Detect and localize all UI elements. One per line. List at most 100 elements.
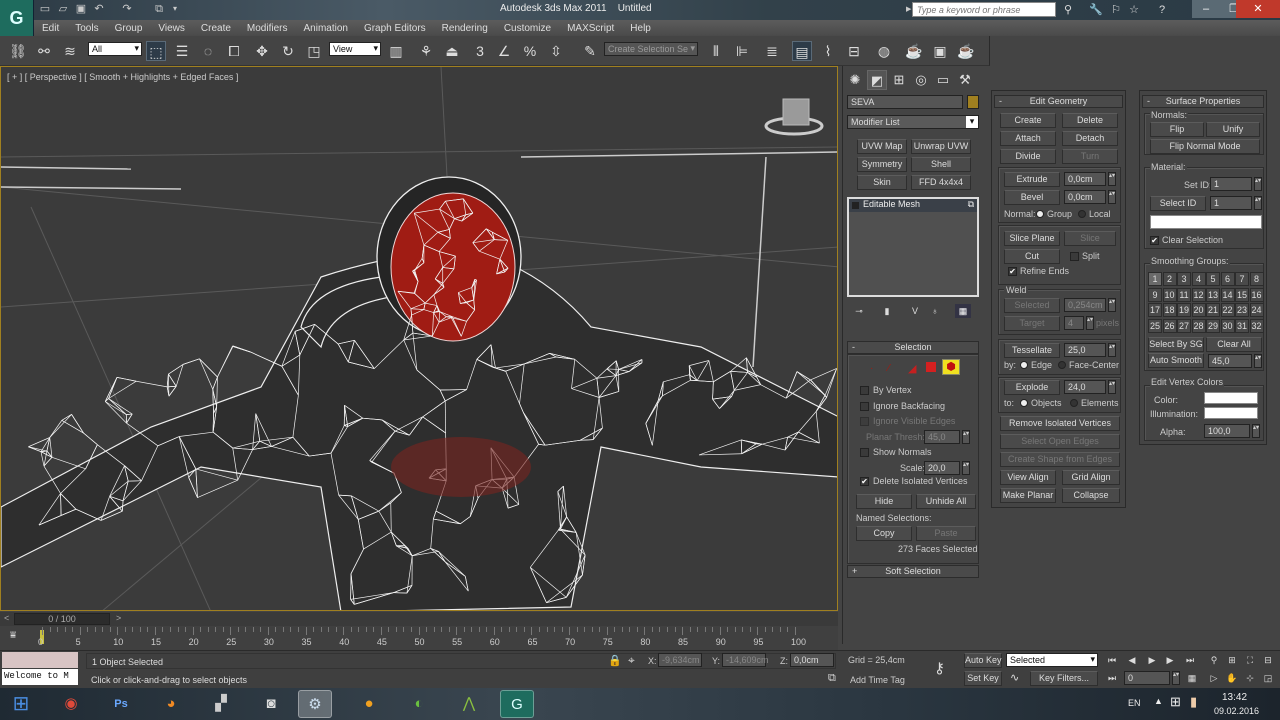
next-frame-icon[interactable]: >: [116, 613, 121, 623]
smoothing-group-12[interactable]: 12: [1191, 287, 1206, 302]
ignore-visible-edges-checkbox[interactable]: [860, 417, 869, 426]
maxscript-mini-listener-pink[interactable]: [2, 652, 78, 668]
bevel-spinner[interactable]: ▴▾: [1108, 190, 1116, 204]
go-to-start-icon[interactable]: ⏮: [1104, 653, 1120, 667]
language-indicator[interactable]: EN: [1128, 698, 1141, 708]
delete-button[interactable]: Delete: [1062, 113, 1118, 128]
menu-tools[interactable]: Tools: [67, 23, 106, 34]
show-hidden-icons-icon[interactable]: ▲: [1154, 696, 1163, 706]
menu-graph-editors[interactable]: Graph Editors: [356, 23, 434, 34]
select-and-move-icon[interactable]: ✥: [252, 41, 272, 61]
taskbar-blender-icon[interactable]: ◕: [154, 690, 188, 718]
spinner-snap-icon[interactable]: ⇳: [546, 41, 566, 61]
vertex-color-swatch[interactable]: [1204, 392, 1258, 404]
set-keys-key-icon[interactable]: ⚷: [934, 659, 945, 677]
normals-scale-field[interactable]: 20,0: [924, 461, 960, 475]
stack-item-editable-mesh[interactable]: Editable Mesh ⧉: [849, 199, 977, 212]
smoothing-group-25[interactable]: 25: [1148, 318, 1162, 333]
smoothing-group-30[interactable]: 30: [1220, 318, 1235, 333]
current-frame-spinner[interactable]: ▴▾: [1172, 671, 1180, 685]
normals-scale-spinner[interactable]: ▴▾: [962, 461, 970, 475]
taskbar-avast-icon[interactable]: ●: [352, 690, 386, 718]
layer-manager-icon[interactable]: ≣: [762, 41, 782, 61]
explode-elements-radio[interactable]: [1070, 399, 1078, 407]
edit-geometry-header[interactable]: - Edit Geometry: [994, 95, 1123, 108]
taskbar-idm-icon[interactable]: ◐: [402, 690, 436, 718]
default-tangent-icon[interactable]: ∿: [1010, 671, 1019, 684]
taskbar-chrome-icon[interactable]: ◉: [54, 690, 88, 718]
smoothing-group-11[interactable]: 11: [1177, 287, 1191, 302]
select-and-rotate-icon[interactable]: ↻: [278, 41, 298, 61]
display-tab-icon[interactable]: ▭: [933, 70, 953, 90]
reference-coordinate-dropdown[interactable]: View: [329, 42, 381, 56]
smoothing-group-7[interactable]: 7: [1235, 272, 1249, 286]
bevel-amount-field[interactable]: 0,0cm: [1064, 190, 1106, 204]
smoothing-group-29[interactable]: 29: [1206, 318, 1220, 333]
named-selection-sets-dropdown[interactable]: Create Selection Se: [604, 42, 698, 56]
weld-target-pixels-field[interactable]: 4: [1064, 316, 1084, 330]
face-mode-icon[interactable]: ◢: [908, 362, 916, 375]
extrude-button[interactable]: Extrude: [1004, 172, 1060, 187]
select-by-name-icon[interactable]: ☰: [172, 41, 192, 61]
smoothing-group-3[interactable]: 3: [1177, 272, 1191, 286]
alpha-field[interactable]: 100,0: [1204, 424, 1250, 438]
weld-target-spinner[interactable]: ▴▾: [1086, 316, 1094, 330]
menu-rendering[interactable]: Rendering: [434, 23, 496, 34]
render-production-icon[interactable]: ☕: [956, 41, 976, 61]
track-bar[interactable]: ⩸ 0 5 10 15 20 25 30 35 40 45 50 55 60 65 70 75 80 85 90 95…: [0, 626, 838, 650]
open-file-icon[interactable]: ▱: [56, 2, 70, 16]
turn-button[interactable]: Turn: [1062, 149, 1118, 164]
curve-editor-icon[interactable]: ⌇: [818, 41, 838, 61]
key-filters-button[interactable]: Key Filters...: [1030, 671, 1098, 686]
slice-button[interactable]: Slice: [1064, 231, 1116, 246]
align-icon[interactable]: ⊫: [732, 41, 752, 61]
smoothing-group-13[interactable]: 13: [1206, 287, 1220, 302]
menu-maxscript[interactable]: MAXScript: [559, 23, 622, 34]
normal-local-radio[interactable]: [1078, 210, 1086, 218]
pivot-center-icon[interactable]: ▥: [386, 41, 406, 61]
modifier-list-dropdown[interactable]: Modifier List ▾: [847, 115, 979, 129]
keyboard-shortcut-override-icon[interactable]: ⏏: [442, 41, 462, 61]
maxscript-mini-listener[interactable]: Welcome to M: [2, 669, 78, 685]
clear-selection-checkbox[interactable]: ✔: [1150, 236, 1159, 245]
smoothing-group-2[interactable]: 2: [1162, 272, 1177, 286]
binoculars-icon[interactable]: ⚲: [1060, 2, 1076, 18]
taskbar-3dsmax-icon[interactable]: G: [500, 690, 534, 718]
menu-customize[interactable]: Customize: [496, 23, 559, 34]
material-name-dropdown[interactable]: [1150, 215, 1262, 229]
auto-smooth-button[interactable]: Auto Smooth: [1148, 353, 1204, 368]
percent-snap-icon[interactable]: %: [520, 41, 540, 61]
play-icon[interactable]: ▶: [1144, 653, 1160, 667]
flip-normal-mode-button[interactable]: Flip Normal Mode: [1150, 139, 1260, 154]
select-by-sg-button[interactable]: Select By SG: [1148, 337, 1204, 352]
perspective-viewport[interactable]: [ + ] [ Perspective ] [ Smooth + Highlig…: [0, 66, 838, 611]
extrude-spinner[interactable]: ▴▾: [1108, 172, 1116, 186]
select-and-scale-icon[interactable]: ◳: [304, 41, 324, 61]
manipulate-icon[interactable]: ⚘: [416, 41, 436, 61]
clock-time[interactable]: 13:42: [1222, 692, 1247, 703]
smoothing-group-31[interactable]: 31: [1235, 318, 1249, 333]
make-planar-button[interactable]: Make Planar: [1000, 488, 1056, 503]
tessellate-face-center-radio[interactable]: [1058, 361, 1066, 369]
time-configuration-icon[interactable]: ▦: [1184, 671, 1200, 685]
symmetry-button[interactable]: Symmetry: [857, 157, 907, 172]
ignore-backfacing-checkbox[interactable]: [860, 402, 869, 411]
delete-isolated-vertices-checkbox[interactable]: ✔: [860, 477, 869, 486]
remove-modifier-icon[interactable]: ♁: [927, 304, 943, 318]
previous-frame-icon[interactable]: ◀: [1124, 653, 1140, 667]
configure-modifier-sets-icon[interactable]: ▦: [955, 304, 971, 318]
selection-filter-dropdown[interactable]: All: [88, 42, 142, 56]
schematic-view-icon[interactable]: ⊟: [844, 41, 864, 61]
field-of-view-icon[interactable]: ▷: [1206, 671, 1222, 685]
tessellate-edge-radio[interactable]: [1020, 361, 1028, 369]
smoothing-group-5[interactable]: 5: [1206, 272, 1220, 286]
smoothing-group-10[interactable]: 10: [1162, 287, 1177, 302]
unhide-all-button[interactable]: Unhide All: [916, 494, 976, 509]
alpha-spinner[interactable]: ▴▾: [1252, 424, 1260, 438]
select-open-edges-button[interactable]: Select Open Edges: [1000, 434, 1120, 449]
hierarchy-tab-icon[interactable]: ⊞: [889, 70, 909, 90]
viewport-label[interactable]: [ + ] [ Perspective ] [ Smooth + Highlig…: [7, 72, 238, 82]
new-file-icon[interactable]: ▭: [38, 2, 52, 16]
ffd-button[interactable]: FFD 4x4x4: [911, 175, 971, 190]
auto-smooth-threshold-field[interactable]: 45,0: [1208, 354, 1252, 368]
